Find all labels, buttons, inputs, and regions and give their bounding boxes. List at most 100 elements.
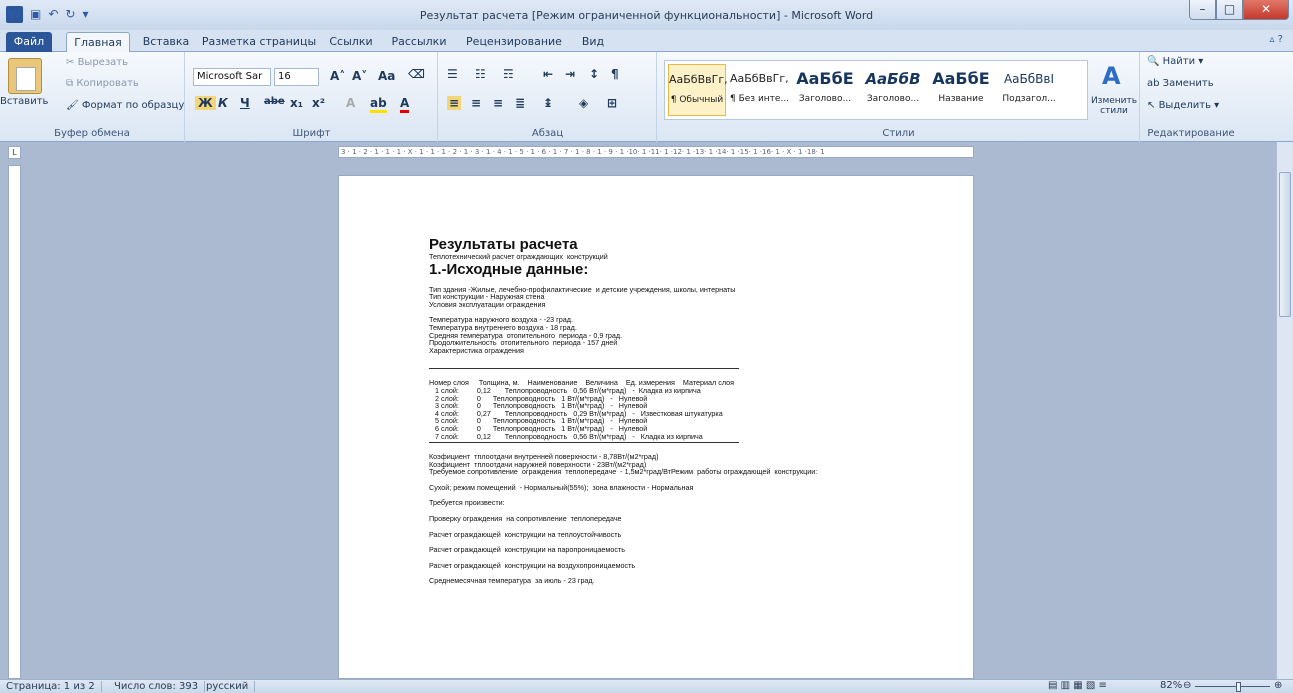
- superscript-button[interactable]: x²: [312, 96, 325, 110]
- align-left-icon[interactable]: ≡: [447, 96, 462, 110]
- text-effects-icon[interactable]: A: [346, 96, 355, 110]
- font-size-select[interactable]: 16: [274, 68, 319, 86]
- style-preview: АаБбВвГг,: [730, 72, 789, 85]
- tab-view[interactable]: Вид: [576, 32, 610, 52]
- subscript-button[interactable]: x₁: [290, 96, 303, 110]
- view-mode-icons[interactable]: ▤ ▥ ▦ ▧ ≡: [1048, 680, 1107, 691]
- style-subtitle[interactable]: АаБбВвІ Подзагол...: [1000, 64, 1058, 116]
- styles-group: АаБбВвГг, ¶ Обычный АаБбВвГг, ¶ Без инте..…: [658, 52, 1140, 142]
- line-spacing-icon[interactable]: ↨: [543, 96, 553, 110]
- window-title: Результат расчета [Режим ограниченной фу…: [419, 9, 874, 22]
- cut-label: Вырезать: [77, 57, 128, 68]
- change-styles-button[interactable]: Изменить стили: [1090, 96, 1138, 116]
- paragraph-group-label: Абзац: [531, 128, 564, 139]
- clipboard-group: Вставить ✂ Вырезать ⧉ Копировать 🖌 Форма…: [0, 52, 185, 142]
- document-body[interactable]: Результаты расчета Теплотехнический расч…: [429, 236, 949, 585]
- strikethrough-button[interactable]: abe: [264, 96, 285, 107]
- font-family-select[interactable]: Microsoft Sar: [193, 68, 271, 86]
- vertical-ruler[interactable]: [8, 165, 21, 679]
- replace-button[interactable]: ab Заменить: [1147, 78, 1214, 89]
- italic-button[interactable]: К: [218, 96, 228, 110]
- multilevel-list-icon[interactable]: ☶: [503, 67, 514, 81]
- increase-indent-icon[interactable]: ⇥: [565, 67, 575, 81]
- zoom-slider-knob[interactable]: [1236, 682, 1241, 692]
- highlight-icon[interactable]: ab: [370, 96, 387, 113]
- underline-button[interactable]: Ч: [240, 96, 250, 110]
- style-preview: АаБбВ: [865, 70, 921, 88]
- cut-button[interactable]: ✂ Вырезать: [66, 57, 128, 68]
- style-heading2[interactable]: АаБбВ Заголово...: [864, 64, 922, 116]
- bold-button[interactable]: Ж: [195, 96, 216, 110]
- paste-icon[interactable]: [8, 58, 42, 94]
- change-case-button[interactable]: Aa: [378, 69, 395, 83]
- copy-label: Копировать: [76, 78, 139, 89]
- style-name: Название: [938, 94, 984, 104]
- style-normal[interactable]: АаБбВвГг, ¶ Обычный: [668, 64, 728, 116]
- document-page[interactable]: Результаты расчета Теплотехнический расч…: [338, 175, 974, 679]
- table-top-rule: [429, 368, 739, 370]
- close-button[interactable]: ✕: [1243, 0, 1289, 20]
- page-counter[interactable]: Страница: 1 из 2: [0, 681, 102, 692]
- borders-icon[interactable]: ⊞: [607, 96, 617, 110]
- justify-icon[interactable]: ≣: [515, 96, 525, 110]
- doc-line: Расчет ограждающей конструкции на воздух…: [429, 560, 636, 570]
- style-name: Заголово...: [866, 94, 920, 104]
- decrease-indent-icon[interactable]: ⇤: [543, 67, 553, 81]
- status-bar: Страница: 1 из 2 Число слов: 393 русский…: [0, 679, 1293, 693]
- find-button[interactable]: 🔍 Найти ▾: [1147, 56, 1203, 67]
- clear-format-icon[interactable]: ⌫: [408, 67, 425, 81]
- doc-line: Расчет ограждающей конструкции на теплоу…: [429, 529, 622, 539]
- tab-insert[interactable]: Вставка: [140, 32, 192, 52]
- pilcrow-icon[interactable]: ¶: [611, 67, 619, 81]
- align-center-icon[interactable]: ≡: [471, 96, 481, 110]
- shading-icon[interactable]: ◈: [579, 96, 588, 110]
- editing-group-label: Редактирование: [1147, 128, 1235, 139]
- maximize-button[interactable]: □: [1216, 0, 1243, 20]
- bullets-icon[interactable]: ☰: [447, 67, 458, 81]
- select-button[interactable]: ↖ Выделить ▾: [1147, 100, 1219, 111]
- tab-page-layout[interactable]: Разметка страницы: [200, 32, 318, 52]
- align-right-icon[interactable]: ≡: [493, 96, 503, 110]
- change-styles-icon[interactable]: A: [1102, 62, 1121, 90]
- copy-button[interactable]: ⧉ Копировать: [66, 78, 139, 89]
- tab-references[interactable]: Ссылки: [326, 32, 376, 52]
- zoom-slider[interactable]: [1195, 686, 1270, 687]
- tab-selector[interactable]: L: [8, 146, 21, 159]
- tab-file[interactable]: Файл: [6, 32, 52, 52]
- numbering-icon[interactable]: ☷: [475, 67, 486, 81]
- horizontal-ruler[interactable]: 3 · 1 · 2 · 1 · 1 · 1 · X · 1 · 1 · 1 · …: [338, 146, 974, 158]
- minimize-button[interactable]: –: [1189, 0, 1216, 20]
- style-name: ¶ Без инте...: [730, 94, 788, 104]
- doc-line: Требуется произвести:: [429, 498, 505, 508]
- style-heading1[interactable]: АаБбЕ Заголово...: [796, 64, 854, 116]
- style-title[interactable]: АаБбЕ Название: [932, 64, 990, 116]
- ribbon: Вставить ✂ Вырезать ⧉ Копировать 🖌 Форма…: [0, 52, 1293, 142]
- tab-mailings[interactable]: Рассылки: [388, 32, 450, 52]
- select-label: Выделить: [1158, 100, 1211, 111]
- scrollbar-thumb[interactable]: [1279, 172, 1291, 317]
- style-name: Подзагол...: [1002, 94, 1056, 104]
- doc-line: Требуемое сопротивление ограждения тепло…: [429, 467, 818, 477]
- tab-review[interactable]: Рецензирование: [462, 32, 566, 52]
- format-painter-button[interactable]: 🖌 Формат по образцу: [66, 100, 184, 111]
- paragraph-group: ☰ ☷ ☶ ⇤ ⇥ ↕ ¶ ≡ ≡ ≡ ≣ ↨ ◈ ⊞ Абзац: [439, 52, 657, 142]
- language-indicator[interactable]: русский: [200, 681, 256, 692]
- style-no-spacing[interactable]: АаБбВвГг, ¶ Без инте...: [730, 64, 789, 116]
- doc-line: Сухой; режим помещений - Нормальный(55%)…: [429, 482, 694, 492]
- tab-home[interactable]: Главная: [66, 32, 130, 52]
- grow-font-button[interactable]: A˄: [330, 69, 345, 83]
- word-count[interactable]: Число слов: 393: [108, 681, 206, 692]
- clipboard-group-label: Буфер обмена: [54, 128, 130, 139]
- font-color-icon[interactable]: A: [400, 96, 410, 113]
- shrink-font-button[interactable]: A˅: [352, 69, 367, 83]
- doc-line: Условия эксплуатации ограждения: [429, 299, 546, 309]
- sort-icon[interactable]: ↕: [589, 67, 599, 81]
- help-icon[interactable]: ▵ ?: [1269, 34, 1283, 45]
- vertical-scrollbar[interactable]: [1276, 142, 1293, 679]
- zoom-in-icon[interactable]: ⊕: [1274, 680, 1282, 691]
- doc-line: Среднемесячная температура за июль - 23 …: [429, 576, 595, 586]
- zoom-level[interactable]: 82%: [1160, 680, 1182, 691]
- paste-button[interactable]: Вставить: [0, 96, 48, 107]
- styles-group-label: Стили: [882, 128, 915, 139]
- zoom-out-icon[interactable]: ⊖: [1183, 680, 1191, 691]
